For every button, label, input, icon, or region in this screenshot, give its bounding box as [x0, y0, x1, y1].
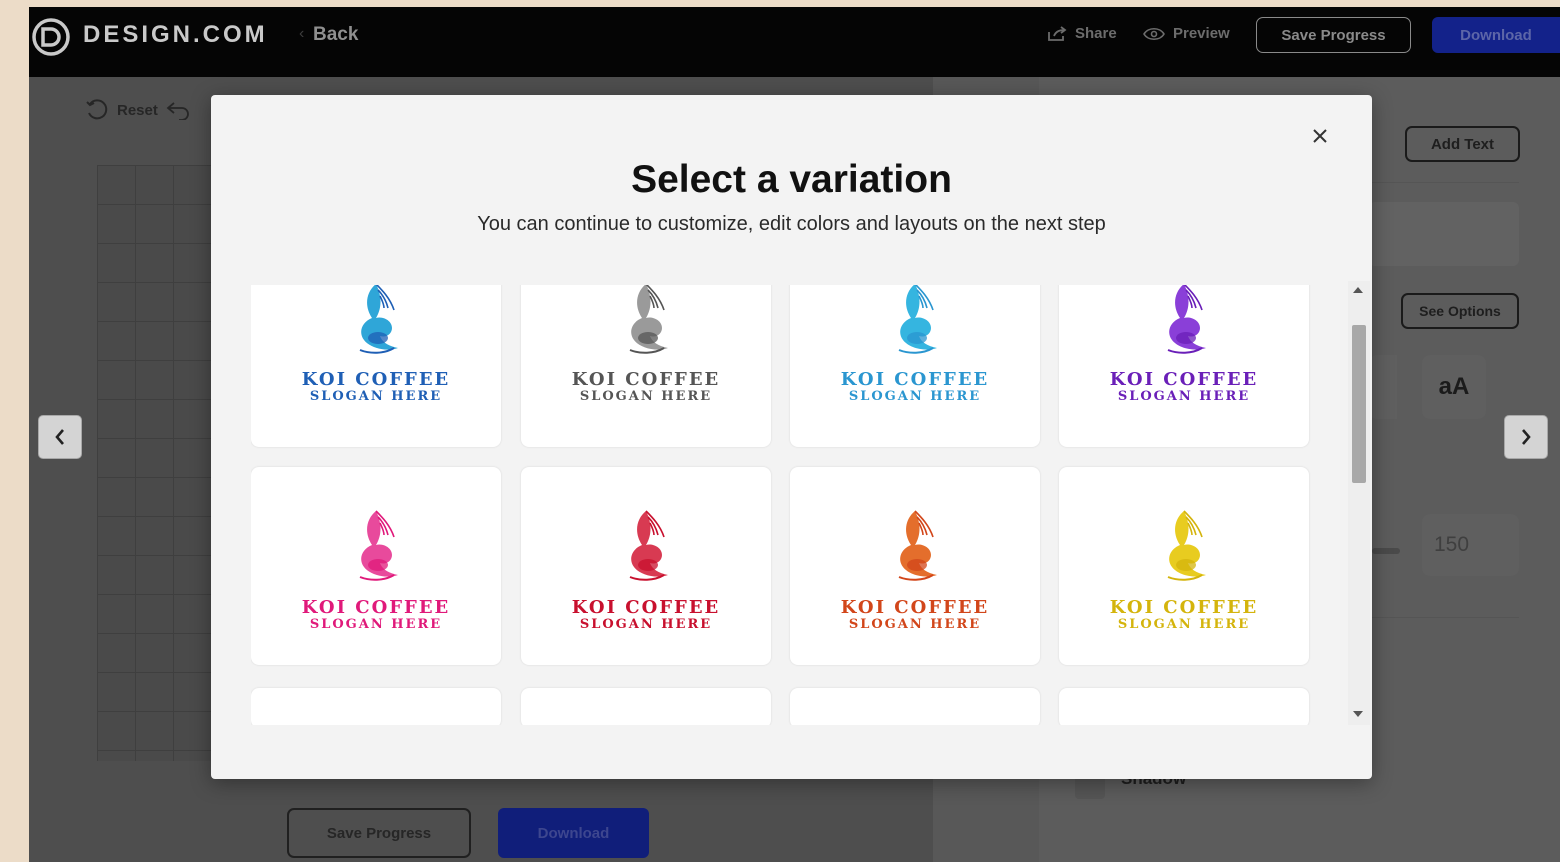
koi-fish-logo-icon [359, 510, 398, 581]
variation-card-placeholder[interactable] [1059, 688, 1309, 725]
chevron-left-icon [55, 429, 64, 445]
logo-slogan: SLOGAN HERE [579, 617, 713, 632]
size-input[interactable]: 150 [1422, 514, 1519, 576]
koi-fish-logo-icon [898, 285, 937, 354]
design-logo-icon [32, 18, 70, 56]
scroll-down-arrow-icon[interactable] [1353, 711, 1363, 717]
variation-card[interactable]: KOI COFFEE SLOGAN HERE [251, 285, 501, 447]
share-button[interactable]: Share [1047, 25, 1117, 42]
modal-subtitle: You can continue to customize, edit colo… [477, 213, 1106, 235]
logo-slogan: SLOGAN HERE [309, 617, 443, 632]
variation-card[interactable]: KOI COFFEE SLOGAN HERE [1059, 285, 1309, 447]
logo-slogan: SLOGAN HERE [579, 389, 713, 404]
add-text-button[interactable]: Add Text [1405, 126, 1520, 162]
koi-fish-logo-icon [1167, 510, 1206, 581]
text-case-button[interactable]: aA [1422, 355, 1486, 419]
share-icon [1048, 25, 1067, 41]
koi-fish-logo-icon [629, 510, 668, 581]
koi-fish-logo-icon [898, 510, 937, 581]
divider [1369, 617, 1519, 618]
preview-label: Preview [1173, 25, 1230, 42]
bottom-save-progress-button[interactable]: Save Progress [287, 808, 471, 858]
previous-variation-button[interactable] [38, 415, 82, 459]
logo-company-name: KOI COFFEE [301, 369, 451, 390]
back-button[interactable]: Back [313, 24, 358, 46]
logo-slogan: SLOGAN HERE [848, 389, 982, 404]
variation-card-placeholder[interactable] [521, 688, 771, 725]
variation-scrollbar[interactable] [1348, 281, 1370, 725]
variation-card-placeholder[interactable] [251, 688, 501, 725]
brand-name: DESIGN.COM [83, 21, 268, 48]
logo-slogan: SLOGAN HERE [1117, 389, 1251, 404]
modal-title: Select a variation [631, 158, 952, 201]
koi-fish-logo-icon [359, 285, 398, 354]
logo-company-name: KOI COFFEE [301, 597, 451, 618]
logo-company-name: KOI COFFEE [571, 597, 721, 618]
reset-button[interactable]: Reset [85, 99, 192, 121]
reset-icon [86, 99, 108, 120]
close-icon [1313, 129, 1327, 143]
next-variation-button[interactable] [1504, 415, 1548, 459]
divider [1369, 182, 1519, 183]
preview-button[interactable]: Preview [1143, 25, 1230, 42]
editor-app: DESIGN.COM ‹ Back Share Preview Save Pro… [29, 7, 1560, 862]
scroll-up-arrow-icon[interactable] [1353, 287, 1363, 293]
logo-slogan: SLOGAN HERE [1117, 617, 1251, 632]
koi-fish-logo-icon [629, 285, 668, 354]
close-button[interactable] [1307, 123, 1333, 149]
logo-slogan: SLOGAN HERE [309, 389, 443, 404]
see-options-button[interactable]: See Options [1401, 293, 1519, 329]
scrollbar-thumb[interactable] [1352, 325, 1366, 483]
reset-label: Reset [117, 101, 158, 119]
font-select[interactable] [1369, 355, 1397, 419]
logo-company-name: KOI COFFEE [571, 369, 721, 390]
share-label: Share [1075, 25, 1117, 42]
eye-icon [1143, 27, 1165, 40]
variation-card[interactable]: KOI COFFEE SLOGAN HERE [790, 285, 1040, 447]
top-bar: DESIGN.COM ‹ Back Share Preview Save Pro… [29, 7, 1560, 77]
logo-company-name: KOI COFFEE [840, 597, 990, 618]
download-button[interactable]: Download [1432, 17, 1560, 53]
logo-company-name: KOI COFFEE [1109, 597, 1259, 618]
select-variation-modal: Select a variation You can continue to c… [211, 95, 1372, 779]
variation-grid: KOI COFFEE SLOGAN HERE KOI COFFEE SLOGAN HE… [251, 285, 1321, 725]
logo-company-name: KOI COFFEE [840, 369, 990, 390]
size-slider[interactable] [1372, 548, 1400, 554]
variation-card[interactable]: KOI COFFEE SLOGAN HERE [521, 285, 771, 447]
variation-card-placeholder[interactable] [790, 688, 1040, 725]
variation-card[interactable]: KOI COFFEE SLOGAN HERE [251, 467, 501, 665]
variation-card[interactable]: KOI COFFEE SLOGAN HERE [790, 467, 1040, 665]
chevron-right-icon [1522, 429, 1531, 445]
save-progress-button[interactable]: Save Progress [1256, 17, 1411, 53]
logo-company-name: KOI COFFEE [1109, 369, 1259, 390]
logo-slogan: SLOGAN HERE [848, 617, 982, 632]
bottom-download-button[interactable]: Download [498, 808, 649, 858]
variation-card[interactable]: KOI COFFEE SLOGAN HERE [521, 467, 771, 665]
koi-fish-logo-icon [1167, 285, 1206, 354]
variation-card[interactable]: KOI COFFEE SLOGAN HERE [1059, 467, 1309, 665]
back-chevron-icon: ‹ [299, 25, 305, 42]
text-input[interactable] [1369, 202, 1519, 266]
undo-icon[interactable] [166, 100, 192, 120]
